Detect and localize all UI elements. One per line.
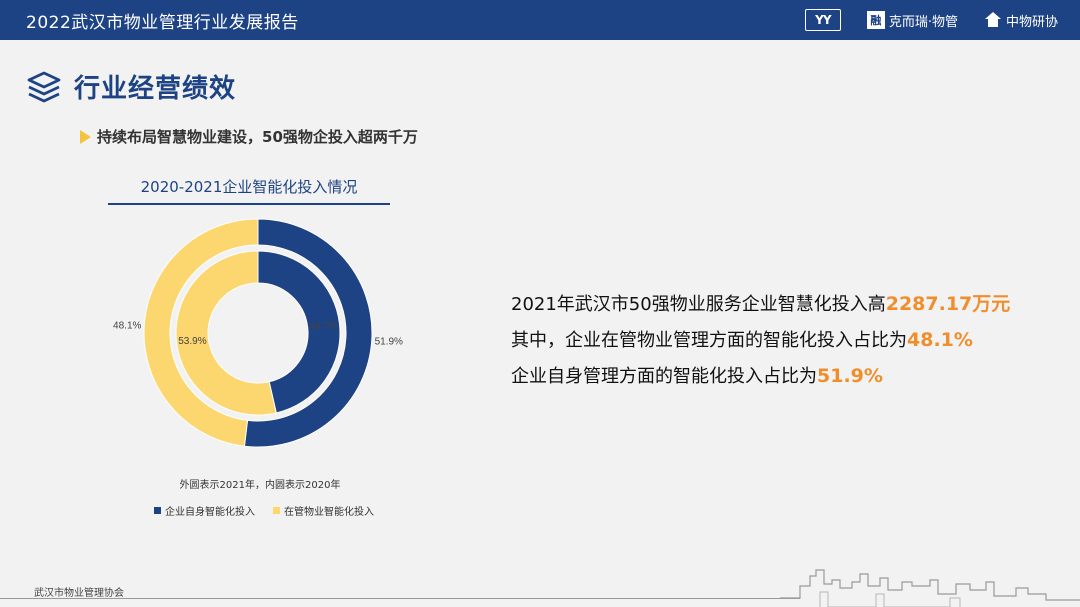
legend-swatch-managed [273,507,280,514]
stat-total-value: 2287.17万元 [885,293,1011,315]
stat-self-share: 企业自身管理方面的智能化投入占比为51.9% [511,358,1010,394]
footer-text: 武汉市物业管理协会 [34,588,124,599]
legend-label-self: 企业自身智能化投入 [165,507,255,518]
legend-swatch-self [154,507,161,514]
stat-managed-share: 其中，企业在管物业管理方面的智能化投入占比为48.1% [511,322,1010,358]
legend-item-managed: 在管物业智能化投入 [273,503,374,518]
chart-note: 外圆表示2021年，内圆表示2020年 [179,480,341,491]
stat-managed-text: 其中，企业在管物业管理方面的智能化投入占比为 [511,330,907,351]
stats-block: 2021年武汉市50强物业服务企业智慧化投入高2287.17万元 其中，企业在管… [511,286,1010,394]
stat-managed-value: 48.1% [907,329,973,351]
stat-total-text: 2021年武汉市50强物业服务企业智慧化投入高 [511,294,886,315]
inner-label-managed: 53.9% [178,336,206,347]
outer-label-managed: 48.1% [113,321,141,332]
legend-label-managed: 在管物业智能化投入 [284,507,374,518]
inner-label-self: 46.7% [309,321,337,332]
stat-self-value: 51.9% [817,365,883,387]
chart-legend: 企业自身智能化投入 在管物业智能化投入 [154,503,374,518]
footer-divider [0,598,800,599]
stat-total-investment: 2021年武汉市50强物业服务企业智慧化投入高2287.17万元 [511,286,1010,322]
city-skyline-icon [780,569,1080,607]
stat-self-text: 企业自身管理方面的智能化投入占比为 [511,366,817,387]
outer-label-self: 51.9% [375,336,403,347]
legend-item-self: 企业自身智能化投入 [154,503,255,518]
